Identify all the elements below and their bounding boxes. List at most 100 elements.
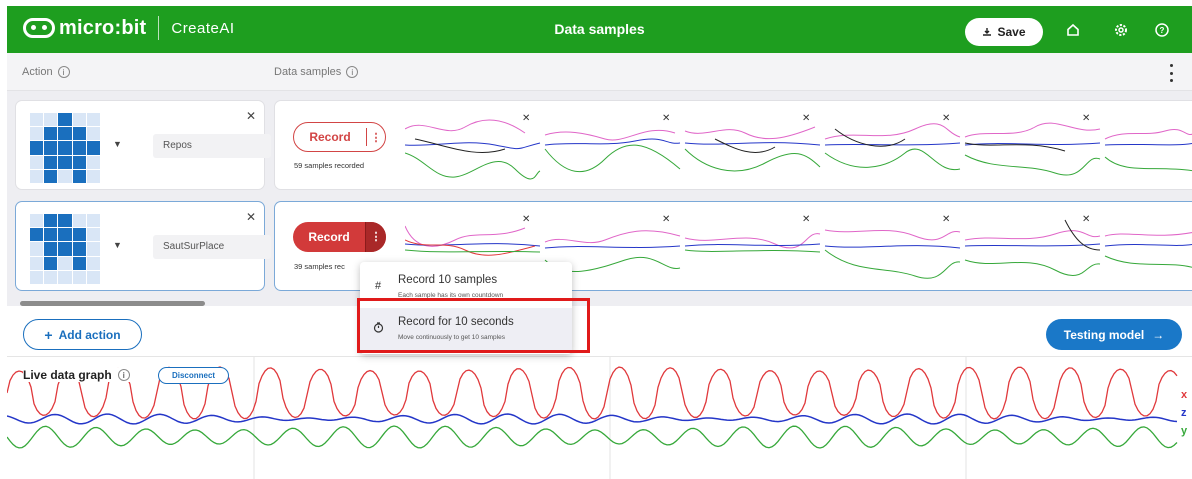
sample-3: ✕ <box>684 214 821 253</box>
chevron-down-icon[interactable]: ▼ <box>113 139 122 149</box>
led-on <box>86 141 100 155</box>
hash-icon: # <box>374 280 382 292</box>
led-off <box>30 155 44 169</box>
led-off <box>30 169 44 183</box>
info-icon[interactable]: i <box>57 66 70 78</box>
led-on <box>44 127 58 141</box>
more-icon[interactable]: ⋮ <box>366 222 386 252</box>
led-on <box>72 242 86 256</box>
arrow-right-icon: → <box>1152 327 1165 342</box>
annotation-highlight-box <box>357 298 590 353</box>
delete-sample-icon: ✕ <box>1082 113 1090 124</box>
led-off <box>86 169 100 183</box>
column-header-bar: Action i Data samples i <box>7 53 1192 91</box>
save-button[interactable]: Save <box>965 18 1043 46</box>
delete-sample-icon: ✕ <box>662 214 670 225</box>
led-on <box>44 141 58 155</box>
action-name-input[interactable]: SautSurPlace <box>153 235 271 259</box>
led-off <box>30 127 44 141</box>
led-on <box>72 228 86 242</box>
led-off <box>44 113 58 127</box>
top-header-bar: micro:bit CreateAI Data samples Save ? <box>7 6 1192 53</box>
testing-model-button[interactable]: Testing model → <box>1046 319 1182 350</box>
info-icon[interactable]: i <box>346 66 359 78</box>
help-icon[interactable]: ? <box>1152 20 1172 40</box>
add-action-button[interactable]: + Add action <box>23 319 142 350</box>
delete-sample-icon: ✕ <box>522 113 530 124</box>
svg-text:?: ? <box>1160 26 1165 35</box>
sample-5: ✕ <box>964 214 1101 276</box>
led-on <box>72 169 86 183</box>
more-icon[interactable]: ⋮ <box>367 131 385 144</box>
led-off <box>58 270 72 284</box>
led-on <box>72 127 86 141</box>
led-icon-picker[interactable] <box>30 113 100 183</box>
record-button[interactable]: Record ⋮ <box>293 222 386 252</box>
led-off <box>86 214 100 228</box>
sample-5: ✕ <box>964 113 1101 176</box>
sample-thumbnails: ✕ ✕ ✕ ✕ ✕ <box>405 113 1192 180</box>
led-on <box>72 141 86 155</box>
x-axis-label: x <box>1181 389 1188 401</box>
led-on <box>58 127 72 141</box>
led-off <box>30 256 44 270</box>
samples-count: 59 samples recorded <box>294 161 365 170</box>
sample-3: ✕ <box>684 113 821 172</box>
data-samples-panel-repos: Record ⋮ 59 samples recorded ✕ ✕ ✕ ✕ ✕ <box>274 100 1192 190</box>
led-off <box>86 256 100 270</box>
home-icon[interactable] <box>1063 20 1083 40</box>
led-off <box>86 270 100 284</box>
led-off <box>72 113 86 127</box>
info-icon[interactable]: i <box>117 369 130 381</box>
app-window: micro:bit CreateAI Data samples Save ? A… <box>0 0 1192 479</box>
save-label: Save <box>997 25 1026 39</box>
led-on <box>72 256 86 270</box>
brand-name: micro:bit <box>59 16 147 39</box>
led-off <box>30 270 44 284</box>
led-on <box>44 256 58 270</box>
more-options-icon[interactable] <box>1164 64 1178 82</box>
horizontal-scrollbar[interactable] <box>20 301 205 306</box>
led-off <box>30 214 44 228</box>
delete-sample-icon: ✕ <box>662 113 670 124</box>
led-on <box>44 169 58 183</box>
led-on <box>44 214 58 228</box>
testing-model-label: Testing model <box>1063 327 1145 342</box>
live-graph-title: Live data graph i <box>23 368 136 382</box>
action-column-label: Action <box>22 66 53 78</box>
delete-sample-icon: ✕ <box>942 113 950 124</box>
delete-sample-icon: ✕ <box>1082 214 1090 225</box>
led-off <box>58 169 72 183</box>
led-icon-picker[interactable] <box>30 214 100 284</box>
sample-1: ✕ <box>405 214 541 256</box>
delete-sample-icon: ✕ <box>802 113 810 124</box>
led-on <box>44 155 58 169</box>
close-icon[interactable]: ✕ <box>246 109 256 123</box>
disconnect-button[interactable]: Disconnect <box>158 367 229 384</box>
sample-6 <box>1104 231 1192 268</box>
y-axis-label: y <box>1181 425 1188 437</box>
samples-count: 39 samples rec <box>294 262 345 271</box>
led-on <box>30 141 44 155</box>
record-button[interactable]: Record ⋮ <box>293 122 386 152</box>
action-name-input[interactable]: Repos <box>153 134 271 158</box>
download-icon <box>983 28 992 36</box>
chevron-down-icon[interactable]: ▼ <box>113 240 122 250</box>
led-off <box>44 270 58 284</box>
sample-4: ✕ <box>824 113 961 171</box>
delete-sample-icon: ✕ <box>802 214 810 225</box>
led-off <box>72 214 86 228</box>
led-off <box>30 242 44 256</box>
led-off <box>58 256 72 270</box>
led-on <box>58 141 72 155</box>
led-on <box>58 155 72 169</box>
led-off <box>72 270 86 284</box>
close-icon[interactable]: ✕ <box>246 210 256 224</box>
plus-icon: + <box>44 326 53 343</box>
led-off <box>86 242 100 256</box>
settings-gear-icon[interactable] <box>1111 20 1131 40</box>
led-on <box>30 228 44 242</box>
live-graph-title-text: Live data graph <box>23 368 112 382</box>
action-column-header: Action i <box>22 66 70 78</box>
led-off <box>86 127 100 141</box>
